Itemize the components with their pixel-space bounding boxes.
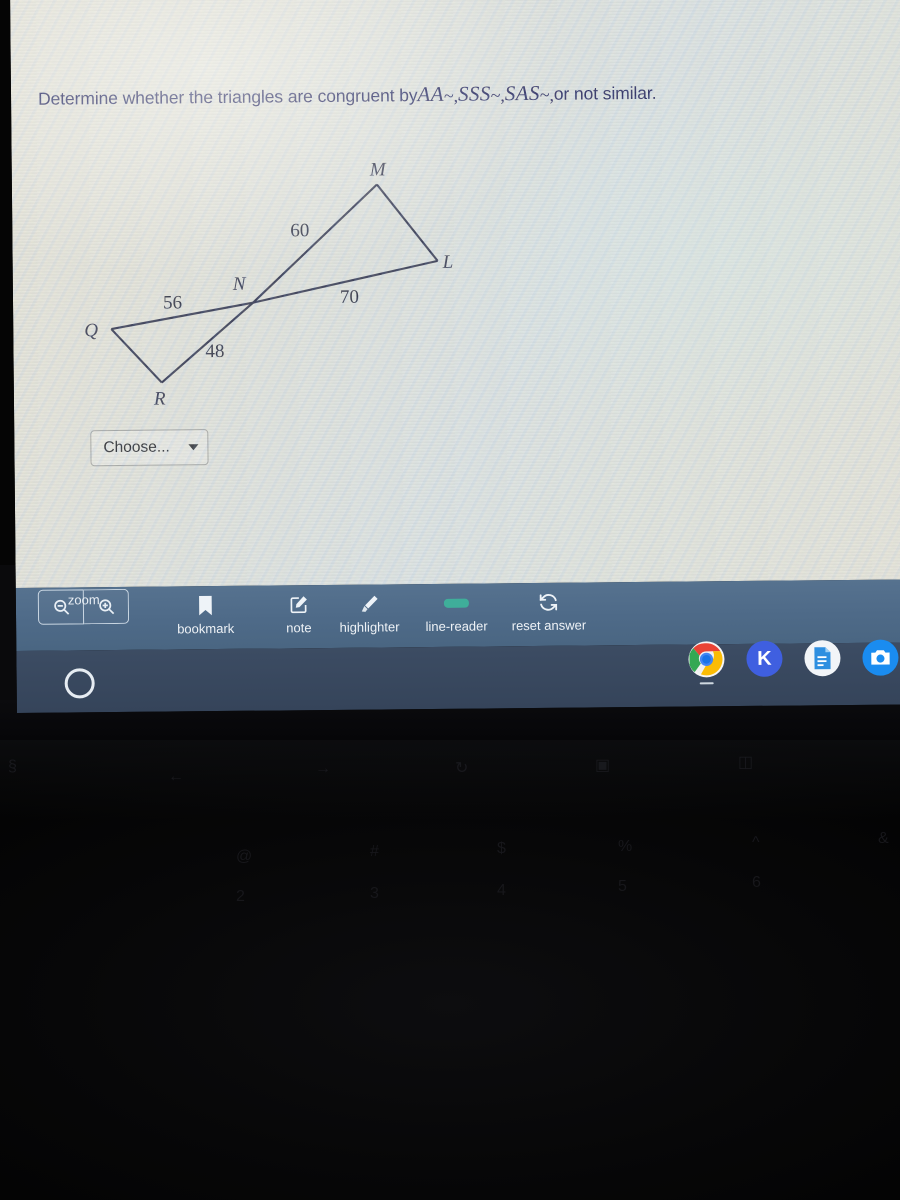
vertex-label-L: L xyxy=(442,251,454,273)
toolbar-item-reset-answer[interactable]: reset answer xyxy=(511,583,586,647)
criterion-sas: SAS xyxy=(504,80,540,106)
vertex-label-N: N xyxy=(232,273,246,295)
segment-MN xyxy=(252,183,378,304)
side-length-QN: 56 xyxy=(162,292,183,314)
dock-icon-docs-file[interactable] xyxy=(804,640,841,677)
tilde-2: ~, xyxy=(490,85,505,106)
toolbar-label-note: note xyxy=(286,620,312,636)
toolbar-item-note[interactable]: note xyxy=(286,585,312,648)
prompt-tail-text: or not similar. xyxy=(553,82,657,104)
criterion-sss: SSS xyxy=(457,81,491,106)
toolbar-item-bookmark[interactable]: bookmark xyxy=(177,586,235,650)
toolbar-label-bookmark: bookmark xyxy=(177,620,235,637)
laptop-photo-background: § ← → ↻ ▣ ◫ @ # $ % ^ & 2 3 4 5 6 Determ… xyxy=(0,0,900,1200)
toolbar-label-highlighter: highlighter xyxy=(339,619,400,635)
shelf-dock: K xyxy=(688,639,899,685)
question-prompt: Determine whether the triangles are cong… xyxy=(38,78,888,112)
vertex-label-Q: Q xyxy=(84,320,99,342)
side-length-NL: 70 xyxy=(339,286,360,308)
dock-icon-kami[interactable]: K xyxy=(746,640,783,677)
line-reader-icon xyxy=(443,592,469,614)
answer-dropdown[interactable]: Choose... xyxy=(90,429,209,467)
side-length-MN: 60 xyxy=(290,220,310,242)
laptop-screen: Determine whether the triangles are cong… xyxy=(10,0,900,713)
bookmark-icon xyxy=(198,594,213,616)
vertex-label-R: R xyxy=(153,388,166,410)
dock-icon-chrome[interactable] xyxy=(688,641,725,685)
toolbar-label-line-reader: line-reader xyxy=(425,618,488,635)
refresh-icon xyxy=(538,591,559,613)
chevron-down-icon xyxy=(188,444,199,451)
highlighter-icon xyxy=(359,592,380,614)
segment-RQ xyxy=(110,328,163,384)
web-page: Determine whether the triangles are cong… xyxy=(10,0,900,588)
note-pencil-icon xyxy=(289,593,309,615)
segment-QN xyxy=(111,301,254,331)
dock-icon-kami-glyph: K xyxy=(757,647,772,670)
tilde-1: ~, xyxy=(443,85,459,106)
segment-ML xyxy=(376,183,439,262)
launcher-circle-icon[interactable] xyxy=(64,668,95,699)
toolbar-label-reset-answer: reset answer xyxy=(511,617,587,634)
toolbar-item-line-reader[interactable]: line-reader xyxy=(425,583,488,647)
dock-icon-camera[interactable] xyxy=(862,639,899,676)
tilde-3: ~, xyxy=(539,84,554,105)
vertex-label-M: M xyxy=(369,159,386,181)
criterion-aa: AA xyxy=(417,81,445,107)
dock-active-indicator xyxy=(699,682,714,685)
side-length-NR: 48 xyxy=(205,340,225,363)
toolbar-item-highlighter[interactable]: highlighter xyxy=(339,584,400,648)
toolbar-label-zoom: zoom xyxy=(67,592,100,608)
prompt-lead-text: Determine whether the triangles are cong… xyxy=(37,85,418,109)
answer-dropdown-label: Choose... xyxy=(103,438,170,457)
